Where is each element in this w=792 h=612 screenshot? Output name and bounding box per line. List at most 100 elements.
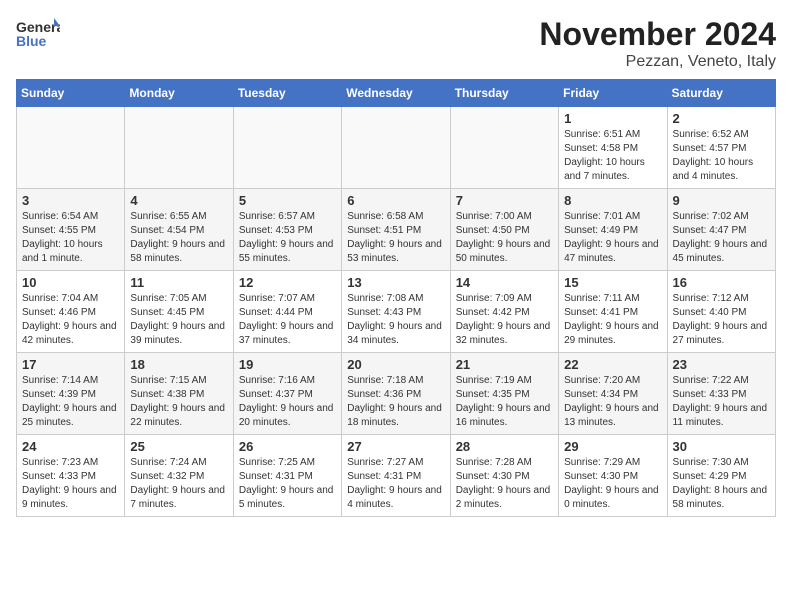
calendar-cell: 2 Sunrise: 6:52 AM Sunset: 4:57 PM Daylig… bbox=[667, 107, 775, 189]
calendar-cell: 13 Sunrise: 7:08 AM Sunset: 4:43 PM Dayli… bbox=[342, 271, 450, 353]
calendar-cell: 12 Sunrise: 7:07 AM Sunset: 4:44 PM Dayli… bbox=[233, 271, 341, 353]
day-info: Sunrise: 7:00 AM Sunset: 4:50 PM Dayligh… bbox=[456, 210, 553, 266]
col-header-monday: Monday bbox=[125, 80, 233, 107]
day-number: 2 bbox=[673, 111, 770, 126]
day-number: 3 bbox=[22, 193, 119, 208]
day-info: Sunrise: 7:22 AM Sunset: 4:33 PM Dayligh… bbox=[673, 374, 770, 430]
calendar-cell: 16Sunrise: 7:12 AM Sunset: 4:40 PM Dayli… bbox=[667, 271, 775, 353]
day-info: Sunrise: 6:54 AM Sunset: 4:55 PM Dayligh… bbox=[22, 210, 119, 266]
calendar-cell: 26 Sunrise: 7:25 AM Sunset: 4:31 PM Dayli… bbox=[233, 435, 341, 517]
page-header: General Blue November 2024 Pezzan, Venet… bbox=[16, 16, 776, 71]
day-info: Sunrise: 7:28 AM Sunset: 4:30 PM Dayligh… bbox=[456, 456, 553, 512]
day-info: Sunrise: 7:27 AM Sunset: 4:31 PM Dayligh… bbox=[347, 456, 444, 512]
title-block: November 2024 Pezzan, Veneto, Italy bbox=[539, 16, 776, 71]
day-number: 19 bbox=[239, 357, 336, 372]
calendar-cell: 10Sunrise: 7:04 AM Sunset: 4:46 PM Dayli… bbox=[17, 271, 125, 353]
calendar-cell: 14Sunrise: 7:09 AM Sunset: 4:42 PM Dayli… bbox=[450, 271, 558, 353]
calendar-cell: 30 Sunrise: 7:30 AM Sunset: 4:29 PM Dayli… bbox=[667, 435, 775, 517]
col-header-wednesday: Wednesday bbox=[342, 80, 450, 107]
month-title: November 2024 bbox=[539, 16, 776, 53]
calendar-cell: 9 Sunrise: 7:02 AM Sunset: 4:47 PM Daylig… bbox=[667, 189, 775, 271]
day-number: 9 bbox=[673, 193, 770, 208]
calendar-cell: 27 Sunrise: 7:27 AM Sunset: 4:31 PM Dayli… bbox=[342, 435, 450, 517]
day-number: 25 bbox=[130, 439, 227, 454]
calendar-cell bbox=[342, 107, 450, 189]
day-info: Sunrise: 7:11 AM Sunset: 4:41 PM Dayligh… bbox=[564, 292, 661, 348]
day-info: Sunrise: 7:04 AM Sunset: 4:46 PM Dayligh… bbox=[22, 292, 119, 348]
day-number: 23 bbox=[673, 357, 770, 372]
week-row-1: 1 Sunrise: 6:51 AM Sunset: 4:58 PM Daylig… bbox=[17, 107, 776, 189]
day-info: Sunrise: 7:02 AM Sunset: 4:47 PM Dayligh… bbox=[673, 210, 770, 266]
week-row-3: 10Sunrise: 7:04 AM Sunset: 4:46 PM Dayli… bbox=[17, 271, 776, 353]
day-info: Sunrise: 7:30 AM Sunset: 4:29 PM Dayligh… bbox=[673, 456, 770, 512]
day-number: 28 bbox=[456, 439, 553, 454]
day-info: Sunrise: 6:55 AM Sunset: 4:54 PM Dayligh… bbox=[130, 210, 227, 266]
day-info: Sunrise: 7:19 AM Sunset: 4:35 PM Dayligh… bbox=[456, 374, 553, 430]
day-number: 26 bbox=[239, 439, 336, 454]
calendar-cell bbox=[450, 107, 558, 189]
week-row-4: 17 Sunrise: 7:14 AM Sunset: 4:39 PM Dayli… bbox=[17, 353, 776, 435]
col-header-tuesday: Tuesday bbox=[233, 80, 341, 107]
col-header-saturday: Saturday bbox=[667, 80, 775, 107]
calendar-cell: 21 Sunrise: 7:19 AM Sunset: 4:35 PM Dayli… bbox=[450, 353, 558, 435]
day-number: 1 bbox=[564, 111, 661, 126]
day-info: Sunrise: 7:23 AM Sunset: 4:33 PM Dayligh… bbox=[22, 456, 119, 512]
day-number: 20 bbox=[347, 357, 444, 372]
day-number: 17 bbox=[22, 357, 119, 372]
svg-text:Blue: Blue bbox=[16, 33, 47, 49]
calendar-cell: 6 Sunrise: 6:58 AM Sunset: 4:51 PM Daylig… bbox=[342, 189, 450, 271]
day-number: 5 bbox=[239, 193, 336, 208]
day-number: 11 bbox=[130, 275, 227, 290]
day-info: Sunrise: 7:18 AM Sunset: 4:36 PM Dayligh… bbox=[347, 374, 444, 430]
day-number: 18 bbox=[130, 357, 227, 372]
day-info: Sunrise: 7:05 AM Sunset: 4:45 PM Dayligh… bbox=[130, 292, 227, 348]
day-number: 6 bbox=[347, 193, 444, 208]
calendar-cell: 7Sunrise: 7:00 AM Sunset: 4:50 PM Daylig… bbox=[450, 189, 558, 271]
day-number: 22 bbox=[564, 357, 661, 372]
calendar-table: SundayMondayTuesdayWednesdayThursdayFrid… bbox=[16, 79, 776, 517]
calendar-cell: 25 Sunrise: 7:24 AM Sunset: 4:32 PM Dayli… bbox=[125, 435, 233, 517]
col-header-sunday: Sunday bbox=[17, 80, 125, 107]
calendar-cell: 15Sunrise: 7:11 AM Sunset: 4:41 PM Dayli… bbox=[559, 271, 667, 353]
day-info: Sunrise: 6:58 AM Sunset: 4:51 PM Dayligh… bbox=[347, 210, 444, 266]
day-number: 13 bbox=[347, 275, 444, 290]
day-info: Sunrise: 7:14 AM Sunset: 4:39 PM Dayligh… bbox=[22, 374, 119, 430]
day-number: 30 bbox=[673, 439, 770, 454]
day-info: Sunrise: 7:01 AM Sunset: 4:49 PM Dayligh… bbox=[564, 210, 661, 266]
calendar-cell: 29Sunrise: 7:29 AM Sunset: 4:30 PM Dayli… bbox=[559, 435, 667, 517]
day-info: Sunrise: 7:25 AM Sunset: 4:31 PM Dayligh… bbox=[239, 456, 336, 512]
col-header-friday: Friday bbox=[559, 80, 667, 107]
day-info: Sunrise: 7:12 AM Sunset: 4:40 PM Dayligh… bbox=[673, 292, 770, 348]
day-info: Sunrise: 7:20 AM Sunset: 4:34 PM Dayligh… bbox=[564, 374, 661, 430]
calendar-cell: 1 Sunrise: 6:51 AM Sunset: 4:58 PM Daylig… bbox=[559, 107, 667, 189]
calendar-cell: 18 Sunrise: 7:15 AM Sunset: 4:38 PM Dayli… bbox=[125, 353, 233, 435]
day-info: Sunrise: 7:08 AM Sunset: 4:43 PM Dayligh… bbox=[347, 292, 444, 348]
calendar-cell bbox=[233, 107, 341, 189]
day-info: Sunrise: 7:16 AM Sunset: 4:37 PM Dayligh… bbox=[239, 374, 336, 430]
day-number: 21 bbox=[456, 357, 553, 372]
day-number: 14 bbox=[456, 275, 553, 290]
header-row: SundayMondayTuesdayWednesdayThursdayFrid… bbox=[17, 80, 776, 107]
logo: General Blue bbox=[16, 16, 64, 52]
logo-icon: General Blue bbox=[16, 16, 60, 52]
week-row-2: 3 Sunrise: 6:54 AM Sunset: 4:55 PM Daylig… bbox=[17, 189, 776, 271]
day-info: Sunrise: 7:29 AM Sunset: 4:30 PM Dayligh… bbox=[564, 456, 661, 512]
day-number: 27 bbox=[347, 439, 444, 454]
calendar-cell: 3 Sunrise: 6:54 AM Sunset: 4:55 PM Daylig… bbox=[17, 189, 125, 271]
calendar-cell: 20 Sunrise: 7:18 AM Sunset: 4:36 PM Dayli… bbox=[342, 353, 450, 435]
day-info: Sunrise: 6:51 AM Sunset: 4:58 PM Dayligh… bbox=[564, 128, 661, 184]
day-info: Sunrise: 7:07 AM Sunset: 4:44 PM Dayligh… bbox=[239, 292, 336, 348]
calendar-cell: 8Sunrise: 7:01 AM Sunset: 4:49 PM Daylig… bbox=[559, 189, 667, 271]
day-info: Sunrise: 7:24 AM Sunset: 4:32 PM Dayligh… bbox=[130, 456, 227, 512]
day-number: 12 bbox=[239, 275, 336, 290]
calendar-cell bbox=[17, 107, 125, 189]
calendar-cell: 22 Sunrise: 7:20 AM Sunset: 4:34 PM Dayli… bbox=[559, 353, 667, 435]
day-info: Sunrise: 6:52 AM Sunset: 4:57 PM Dayligh… bbox=[673, 128, 770, 184]
day-info: Sunrise: 7:15 AM Sunset: 4:38 PM Dayligh… bbox=[130, 374, 227, 430]
day-info: Sunrise: 6:57 AM Sunset: 4:53 PM Dayligh… bbox=[239, 210, 336, 266]
calendar-cell: 11 Sunrise: 7:05 AM Sunset: 4:45 PM Dayli… bbox=[125, 271, 233, 353]
day-number: 4 bbox=[130, 193, 227, 208]
col-header-thursday: Thursday bbox=[450, 80, 558, 107]
calendar-cell: 4 Sunrise: 6:55 AM Sunset: 4:54 PM Daylig… bbox=[125, 189, 233, 271]
day-number: 24 bbox=[22, 439, 119, 454]
